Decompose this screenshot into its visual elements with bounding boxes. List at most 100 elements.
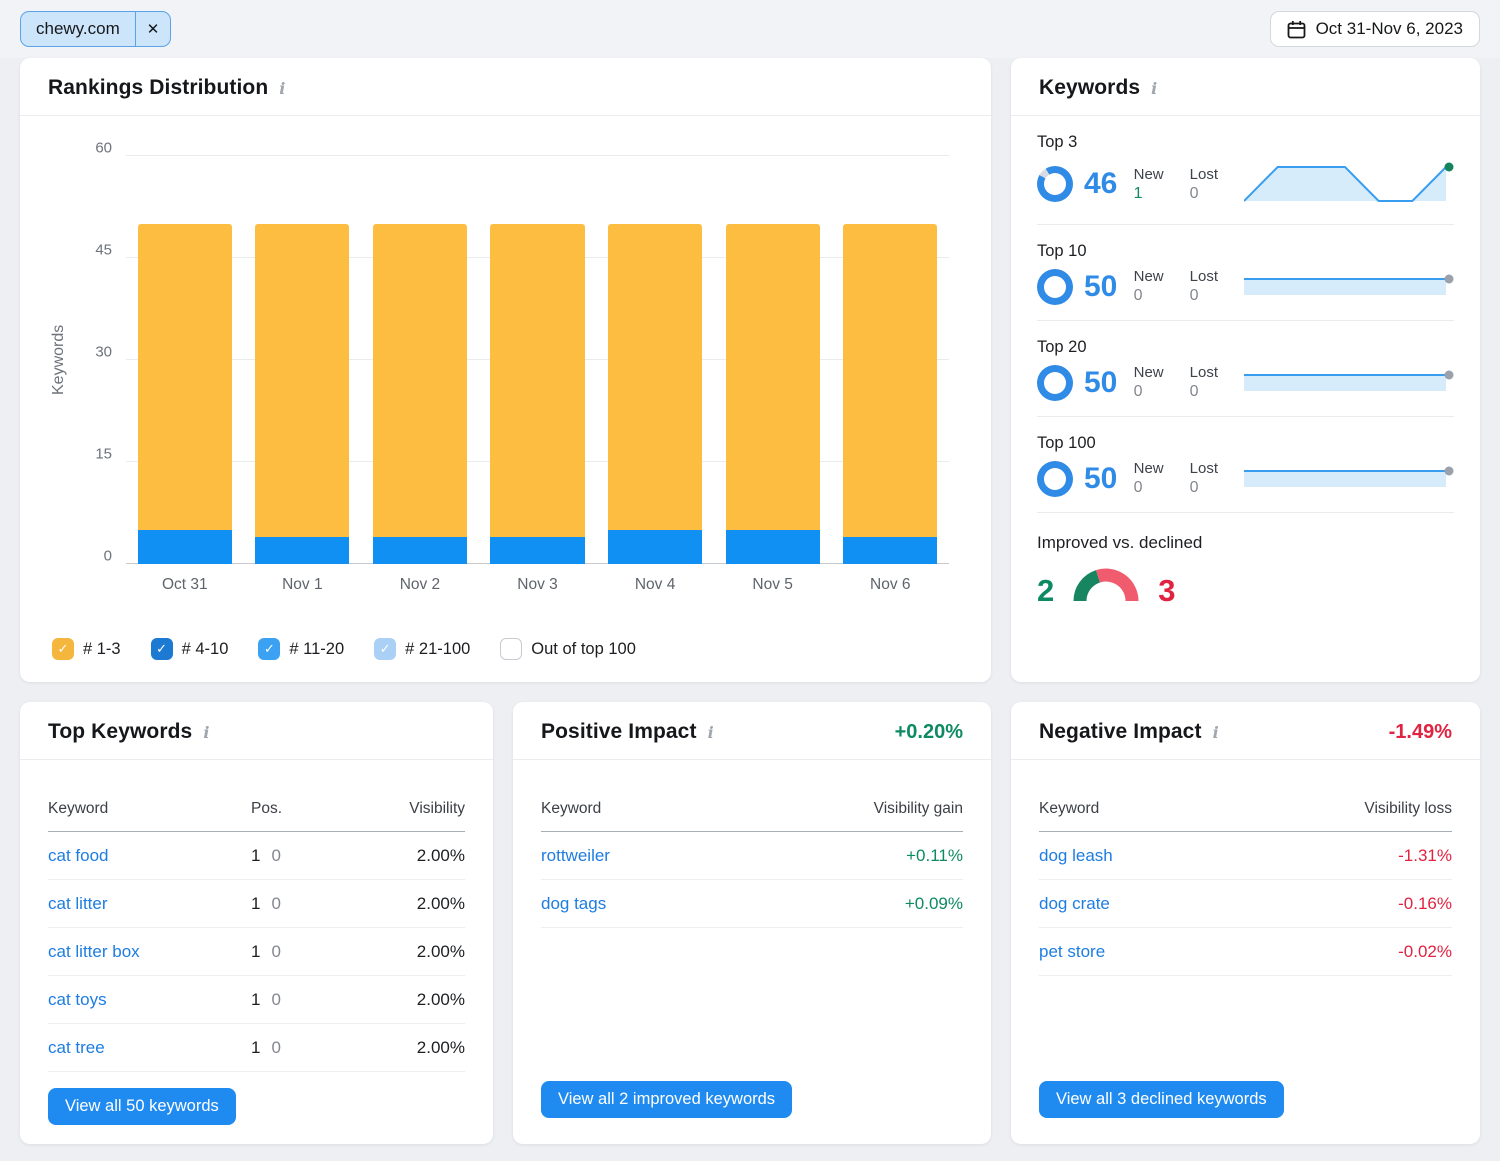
y-axis-title: Keywords	[50, 156, 68, 564]
keyword-link[interactable]: cat toys	[48, 990, 251, 1010]
view-declined-keywords-button[interactable]: View all 3 declined keywords	[1039, 1081, 1284, 1118]
stacked-bar-nov-5[interactable]	[726, 224, 820, 564]
domain-name: chewy.com	[21, 12, 135, 46]
stat-label: Top 20	[1037, 338, 1454, 357]
keyword-link[interactable]: dog crate	[1039, 894, 1398, 914]
visibility-change-cell: -0.02%	[1398, 942, 1452, 962]
progress-ring-icon	[1037, 461, 1073, 497]
column-visibility-loss: Visibility loss	[1364, 800, 1452, 818]
progress-ring-icon	[1037, 269, 1073, 305]
panel-title: Rankings Distribution	[48, 76, 268, 100]
trend-sparkline	[1244, 274, 1454, 300]
stat-value: 50	[1084, 366, 1134, 400]
legend-label: # 21-100	[405, 640, 470, 659]
keyword-link[interactable]: dog leash	[1039, 846, 1398, 866]
stat-label: Top 100	[1037, 434, 1454, 453]
x-tick-label: Nov 4	[596, 576, 714, 594]
legend-checkbox-Outoftop100[interactable]: Out of top 100	[500, 638, 636, 660]
improved-count: 2	[1037, 577, 1054, 605]
keyword-link[interactable]: cat tree	[48, 1038, 251, 1058]
stacked-bar-nov-1[interactable]	[255, 224, 349, 564]
sparkline-end-dot	[1445, 163, 1454, 172]
table-header: Keyword Pos. Visibility	[48, 760, 465, 832]
info-icon[interactable]: i	[203, 723, 209, 742]
keywords-stats-list: Top 346New1Lost0Top 1050New0Lost0Top 205…	[1011, 116, 1480, 513]
checkbox-checked-icon[interactable]: ✓	[151, 638, 173, 660]
table-row: cat tree102.00%	[48, 1024, 465, 1072]
checkbox-checked-icon[interactable]: ✓	[374, 638, 396, 660]
declined-count: 3	[1158, 577, 1175, 605]
table-header: Keyword Visibility loss	[1039, 760, 1452, 832]
date-range-picker[interactable]: Oct 31-Nov 6, 2023	[1270, 11, 1480, 47]
trend-sparkline	[1244, 370, 1454, 396]
y-axis-ticks: 015304560	[74, 156, 126, 564]
legend-label: # 4-10	[182, 640, 229, 659]
stat-label: Top 3	[1037, 133, 1454, 152]
keyword-link[interactable]: cat litter	[48, 894, 251, 914]
info-icon[interactable]: i	[708, 723, 714, 742]
x-tick-label: Nov 3	[479, 576, 597, 594]
info-icon[interactable]: i	[279, 79, 285, 98]
keyword-link[interactable]: dog tags	[541, 894, 905, 914]
keywords-stat-row-top-100: Top 10050New0Lost0	[1037, 417, 1454, 513]
view-all-keywords-button[interactable]: View all 50 keywords	[48, 1088, 236, 1125]
info-icon[interactable]: i	[1151, 79, 1157, 98]
calendar-icon	[1287, 20, 1306, 39]
checkbox-checked-icon[interactable]: ✓	[258, 638, 280, 660]
column-keyword: Keyword	[48, 800, 251, 818]
keywords-stat-row-top-20: Top 2050New0Lost0	[1037, 321, 1454, 417]
positive-impact-panel: Positive Impact i +0.20% Keyword Visibil…	[513, 702, 991, 1144]
domain-filter-tag[interactable]: chewy.com ✕	[20, 11, 171, 47]
visibility-change-cell: +0.09%	[905, 894, 963, 914]
close-icon[interactable]: ✕	[135, 12, 171, 46]
stacked-bar-nov-4[interactable]	[608, 224, 702, 564]
trend-sparkline	[1244, 466, 1454, 492]
keyword-link[interactable]: cat food	[48, 846, 251, 866]
table-row: cat food102.00%	[48, 832, 465, 880]
checkbox-checked-icon[interactable]: ✓	[52, 638, 74, 660]
bar-segment	[255, 537, 349, 564]
table-header: Keyword Visibility gain	[541, 760, 963, 832]
position-cell: 10	[251, 990, 347, 1010]
bar-segment	[373, 537, 467, 564]
legend-label: # 11-20	[289, 640, 344, 659]
stacked-bar-nov-6[interactable]	[843, 224, 937, 564]
visibility-cell: 2.00%	[347, 894, 465, 914]
keyword-link[interactable]: rottweiler	[541, 846, 906, 866]
bar-segment	[490, 224, 584, 537]
visibility-cell: 2.00%	[347, 846, 465, 866]
checkbox-unchecked-icon[interactable]	[500, 638, 522, 660]
sparkline-end-dot	[1445, 274, 1454, 283]
new-count: New0	[1134, 268, 1164, 305]
view-improved-keywords-button[interactable]: View all 2 improved keywords	[541, 1081, 792, 1118]
new-count: New0	[1134, 460, 1164, 497]
keyword-link[interactable]: pet store	[1039, 942, 1398, 962]
table-row: pet store-0.02%	[1039, 928, 1452, 976]
stacked-bar-nov-2[interactable]	[373, 224, 467, 564]
keywords-panel: Keywords i Top 346New1Lost0Top 1050New0L…	[1011, 58, 1480, 682]
lost-count: Lost0	[1190, 268, 1218, 305]
keywords-stat-row-top-3: Top 346New1Lost0	[1037, 116, 1454, 225]
topbar: chewy.com ✕ Oct 31-Nov 6, 2023	[0, 0, 1500, 58]
bar-segment	[608, 530, 702, 564]
sparkline-end-dot	[1445, 370, 1454, 379]
date-range-label: Oct 31-Nov 6, 2023	[1316, 19, 1463, 39]
bar-segment	[138, 530, 232, 564]
legend-checkbox-21-100[interactable]: ✓ # 21-100	[374, 638, 470, 660]
x-tick-label: Nov 2	[361, 576, 479, 594]
column-visibility-gain: Visibility gain	[874, 800, 963, 818]
visibility-change-cell: +0.11%	[906, 846, 963, 866]
stacked-bar-nov-3[interactable]	[490, 224, 584, 564]
x-tick-label: Nov 6	[831, 576, 949, 594]
lost-count: Lost0	[1190, 166, 1218, 203]
y-tick-label: 30	[95, 344, 112, 361]
sparkline-end-dot	[1445, 466, 1454, 475]
stacked-bar-oct-31[interactable]	[138, 224, 232, 564]
legend-checkbox-4-10[interactable]: ✓ # 4-10	[151, 638, 229, 660]
keyword-link[interactable]: cat litter box	[48, 942, 251, 962]
legend-checkbox-11-20[interactable]: ✓ # 11-20	[258, 638, 344, 660]
info-icon[interactable]: i	[1213, 723, 1219, 742]
y-tick-label: 15	[95, 446, 112, 463]
legend-checkbox-1-3[interactable]: ✓# 1-3	[52, 638, 121, 660]
stat-value: 50	[1084, 462, 1134, 496]
